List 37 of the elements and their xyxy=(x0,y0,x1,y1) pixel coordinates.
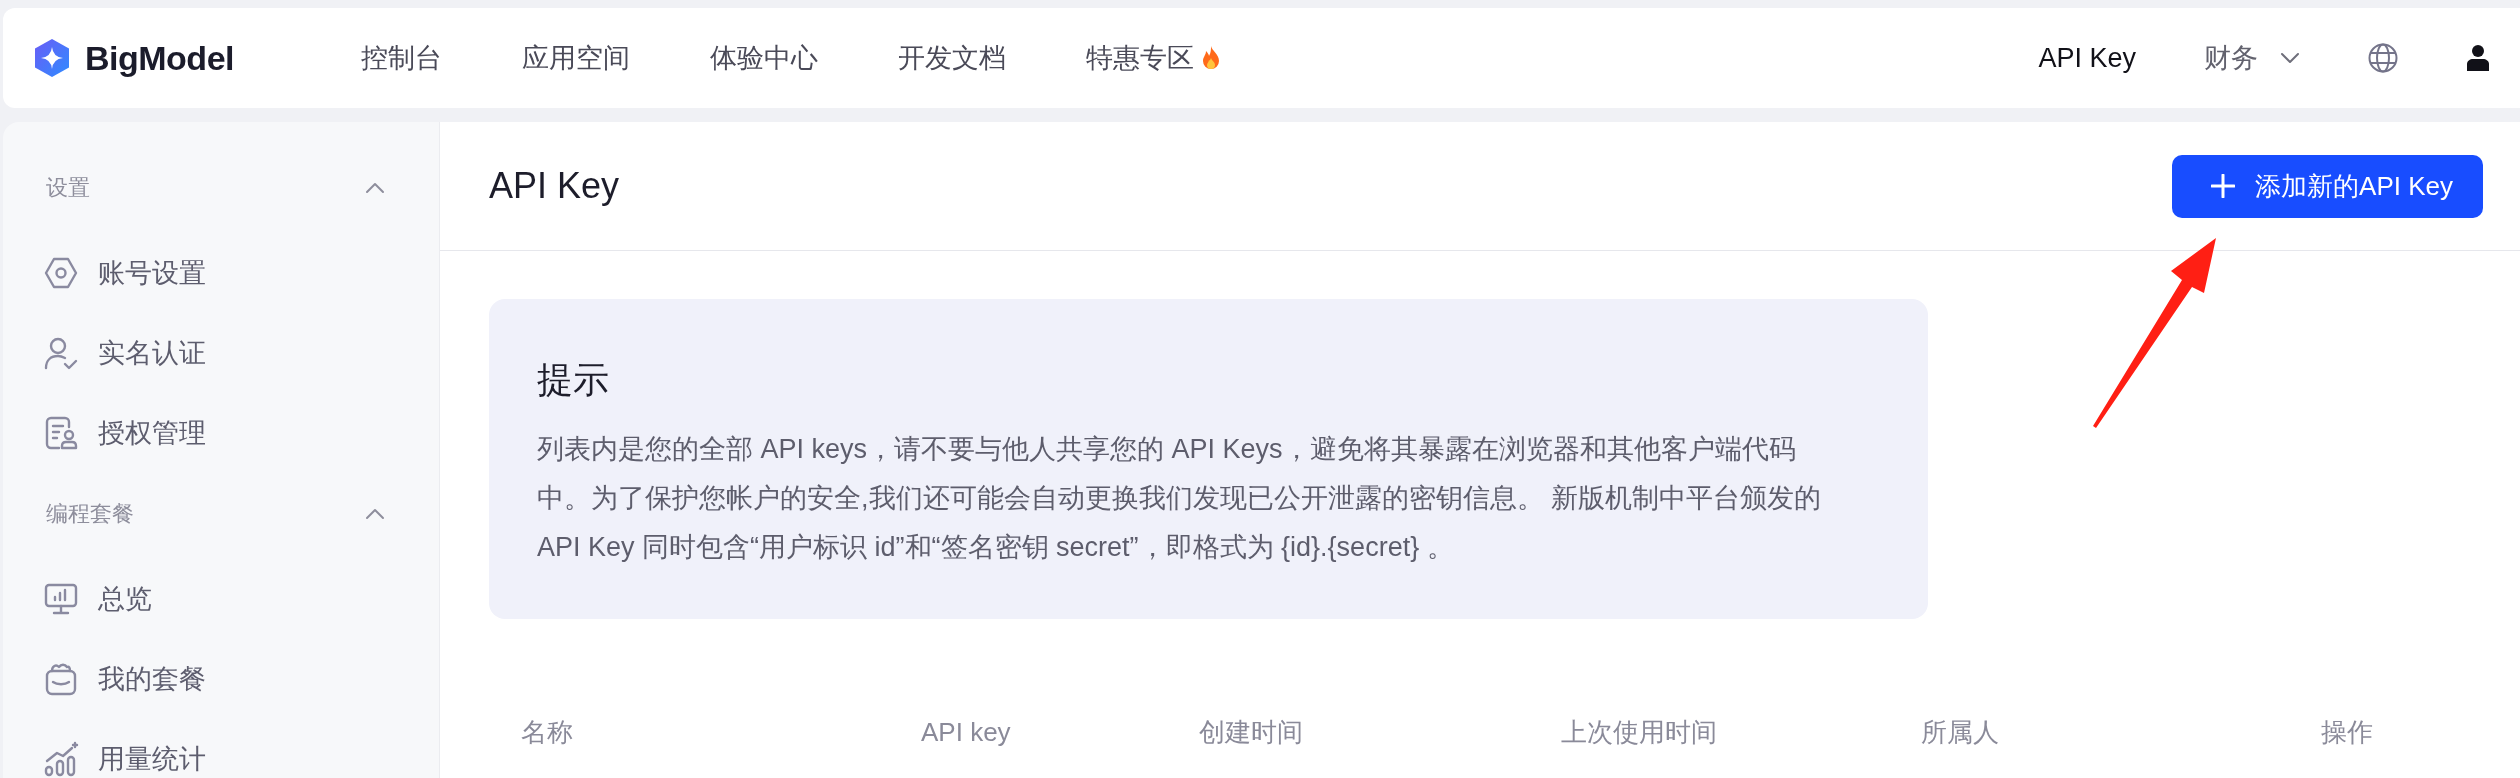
sidebar-item[interactable]: 授权管理 xyxy=(3,393,385,473)
user-icon[interactable] xyxy=(2466,44,2490,72)
user-check-icon xyxy=(43,335,79,371)
globe-icon[interactable] xyxy=(2368,43,2398,73)
chevron-down-icon xyxy=(2280,52,2300,64)
plus-icon xyxy=(2211,174,2236,198)
nav-link[interactable]: 应用空间 xyxy=(522,40,630,76)
sidebar-item[interactable]: 我的套餐 xyxy=(3,639,385,719)
hexagon-icon xyxy=(43,255,79,291)
nav-link[interactable]: 体验中心 xyxy=(710,40,818,76)
add-api-key-button[interactable]: 添加新的API Key xyxy=(2172,154,2483,218)
nav-link[interactable]: 开发文档 xyxy=(898,40,1006,76)
section-header[interactable]: 设置 xyxy=(3,162,385,214)
column-header: 所属人 xyxy=(1921,715,2000,749)
monitor-chart-icon xyxy=(43,581,79,617)
sidebar-item[interactable]: 用量统计 xyxy=(3,719,385,778)
sidebar-item[interactable]: 实名认证 xyxy=(3,313,385,393)
sidebar-item[interactable]: 账号设置 xyxy=(3,233,385,313)
column-header: API key xyxy=(921,716,1012,748)
bag-icon xyxy=(43,661,79,697)
nav-link[interactable]: API Key xyxy=(2038,42,2136,74)
section-header[interactable]: 编程套餐 xyxy=(3,488,385,540)
page-title: API Key xyxy=(489,165,620,207)
document-user-icon xyxy=(43,415,79,451)
notice-title: 提示 xyxy=(537,358,610,402)
nav-link[interactable]: 特惠专区 xyxy=(1086,40,1222,76)
sidebar-item[interactable]: 总览 xyxy=(3,559,385,639)
column-header: 操作 xyxy=(2321,715,2374,749)
finance-dropdown[interactable]: 财务 xyxy=(2204,40,2300,76)
logo-icon xyxy=(32,38,72,78)
bar-chart-icon xyxy=(43,741,79,777)
column-header: 名称 xyxy=(521,715,574,749)
column-header: 上次使用时间 xyxy=(1561,715,1718,749)
brand-name: BigModel xyxy=(85,38,234,78)
nav-link[interactable]: 控制台 xyxy=(361,40,442,76)
notice-text: 列表内是您的全部 API keys，请不要与他人共享您的 API Keys，避免将其暴露在浏览器和其他客户端代码中。为了保护您帐户的安全,我们还可能会自动更换我们发现已公开泄露的密钥信息。 新版机制中平台颁发的API Key 同时包含“用户标识 id”和“签名密钥 secret”，即格式为 {id}.{secret} 。 xyxy=(537,433,1822,564)
column-header: 创建时间 xyxy=(1199,715,1304,749)
